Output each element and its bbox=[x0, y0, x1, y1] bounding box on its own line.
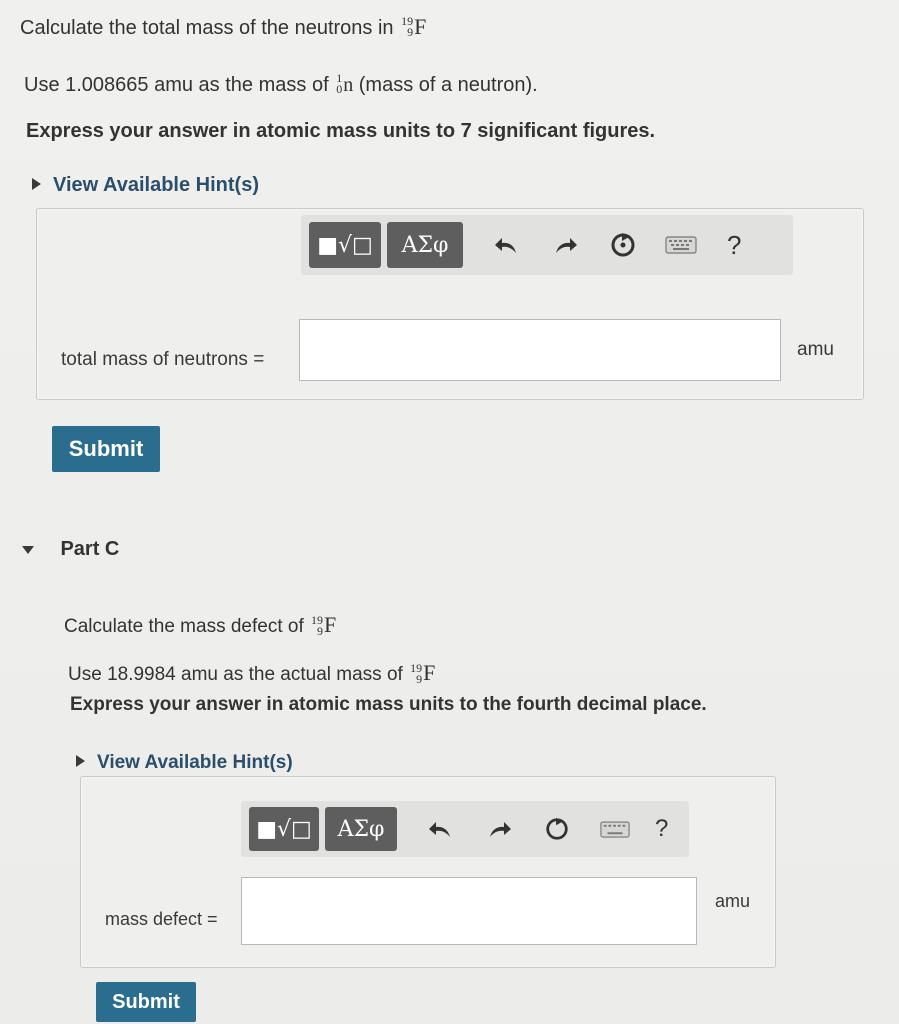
unit-label: amu bbox=[715, 891, 751, 911]
reset-button[interactable] bbox=[603, 225, 643, 265]
keyboard-icon bbox=[600, 820, 630, 838]
templates-icon: ■√□ bbox=[256, 816, 312, 842]
hint-toggle[interactable]: View Available Hint(s) bbox=[32, 174, 259, 197]
hint-label: View Available Hint(s) bbox=[53, 174, 259, 196]
question-suffix: (mass of a neutron). bbox=[358, 74, 538, 96]
part-c-answer-panel: ■√□ ΑΣφ ? mass defect = amu bbox=[80, 776, 776, 968]
atomic-number: 9 bbox=[416, 671, 423, 686]
mass-defect-input[interactable] bbox=[241, 877, 697, 945]
input-label: mass defect = bbox=[105, 909, 218, 929]
redo-icon bbox=[556, 238, 577, 253]
nuclide-f19: 19 9 F bbox=[401, 14, 426, 40]
greek-button[interactable]: ΑΣφ bbox=[387, 222, 463, 268]
undo-icon bbox=[495, 238, 516, 253]
undo-icon bbox=[429, 822, 450, 837]
undo-button[interactable] bbox=[487, 225, 527, 265]
math-toolbar: ■√□ ΑΣφ ? bbox=[301, 215, 793, 275]
redo-button[interactable] bbox=[479, 809, 519, 849]
element-symbol: F bbox=[324, 612, 337, 637]
redo-button[interactable] bbox=[545, 225, 585, 265]
redo-icon bbox=[490, 822, 511, 837]
element-symbol: F bbox=[423, 660, 436, 685]
input-label: total mass of neutrons = bbox=[61, 349, 265, 370]
greek-icon: ΑΣφ bbox=[401, 232, 449, 258]
particle-symbol: n bbox=[343, 74, 354, 96]
templates-button[interactable]: ■√□ bbox=[309, 222, 381, 268]
templates-icon: ■√□ bbox=[317, 232, 373, 258]
keyboard-button[interactable] bbox=[595, 809, 635, 849]
part-c-question-1: Calculate the mass defect of 19 9 F bbox=[64, 612, 336, 639]
part-c-instruction: Express your answer in atomic mass units… bbox=[70, 694, 707, 715]
total-mass-input[interactable] bbox=[299, 319, 781, 381]
help-icon[interactable]: ? bbox=[727, 230, 741, 261]
instruction-text: Express your answer in atomic mass units… bbox=[26, 120, 656, 142]
page: { "part_b": { "q1_prefix": "Calculate th… bbox=[0, 0, 899, 1024]
submit-button[interactable]: Submit bbox=[52, 426, 160, 472]
part-c-hint-toggle[interactable]: View Available Hint(s) bbox=[76, 752, 293, 774]
greek-icon: ΑΣφ bbox=[337, 816, 385, 842]
reset-icon bbox=[546, 817, 568, 840]
question-prefix: Calculate the mass defect of bbox=[64, 616, 304, 637]
atomic-number: 9 bbox=[407, 25, 414, 40]
greek-button[interactable]: ΑΣφ bbox=[325, 807, 397, 851]
nuclide-f19: 19 9 F bbox=[410, 660, 435, 687]
reset-button[interactable] bbox=[537, 809, 577, 849]
question-prefix: Use 1.008665 amu as the mass of bbox=[24, 74, 329, 96]
unit-label: amu bbox=[797, 339, 834, 360]
question-prefix: Use 18.9984 amu as the actual mass of bbox=[68, 664, 403, 685]
expand-triangle-icon bbox=[32, 177, 41, 190]
reset-icon bbox=[611, 233, 635, 257]
expand-triangle-icon bbox=[76, 754, 85, 767]
collapse-triangle-icon bbox=[22, 545, 34, 554]
help-icon[interactable]: ? bbox=[655, 815, 668, 843]
math-toolbar: ■√□ ΑΣφ ? bbox=[241, 801, 689, 857]
atomic-number: 9 bbox=[317, 623, 324, 638]
question-text-2: Use 1.008665 amu as the mass of 10n (mas… bbox=[24, 72, 538, 97]
submit-button[interactable]: Submit bbox=[96, 982, 196, 1022]
hint-label: View Available Hint(s) bbox=[97, 752, 293, 773]
keyboard-button[interactable] bbox=[661, 225, 701, 265]
part-c-question-2: Use 18.9984 amu as the actual mass of 19… bbox=[68, 660, 435, 687]
neutron-symbol: 10n bbox=[336, 72, 354, 97]
keyboard-icon bbox=[665, 236, 697, 254]
answer-panel: ■√□ ΑΣφ ? total mass of neutrons = amu bbox=[36, 208, 864, 400]
part-c-toggle[interactable]: Part C bbox=[22, 538, 119, 561]
atomic-number: 0 bbox=[336, 82, 343, 97]
nuclide-f19: 19 9 F bbox=[311, 612, 336, 639]
question-prefix: Calculate the total mass of the neutrons… bbox=[20, 17, 394, 39]
question-text-1: Calculate the total mass of the neutrons… bbox=[20, 14, 426, 40]
templates-button[interactable]: ■√□ bbox=[249, 807, 319, 851]
element-symbol: F bbox=[414, 14, 427, 39]
part-title: Part C bbox=[60, 538, 120, 560]
undo-button[interactable] bbox=[421, 809, 461, 849]
